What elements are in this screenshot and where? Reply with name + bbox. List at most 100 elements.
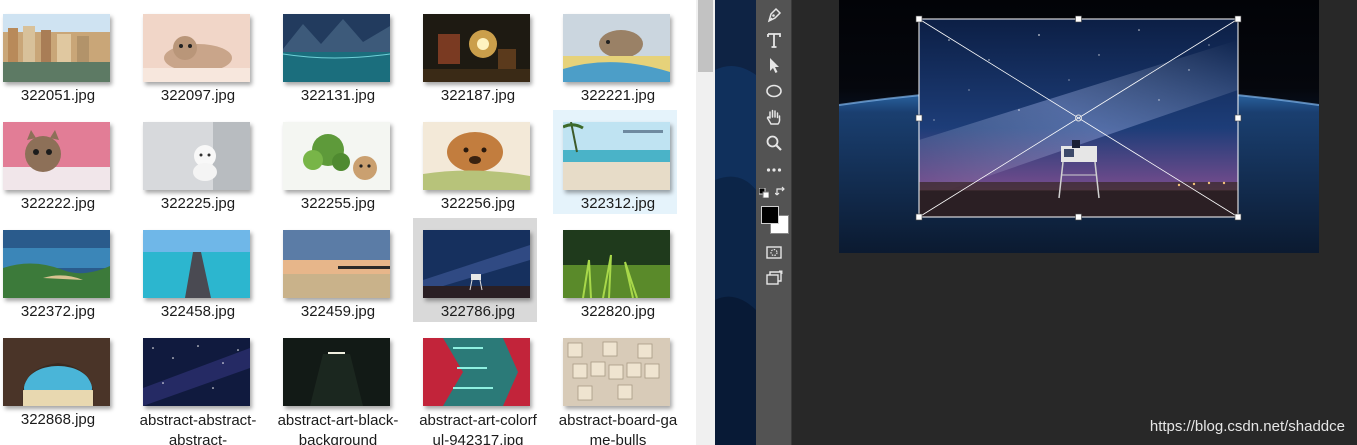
file-name-label: 322868.jpg bbox=[20, 411, 96, 428]
file-name-label: 322222.jpg bbox=[20, 195, 96, 212]
thumbnail-image bbox=[423, 338, 530, 406]
file-thumbnail[interactable]: abstract-board-game-bulls bbox=[559, 334, 684, 445]
file-name-label: 322459.jpg bbox=[300, 303, 376, 320]
thumbnail-image bbox=[143, 338, 250, 406]
thumbnail-image bbox=[283, 14, 390, 82]
file-name-label: 322187.jpg bbox=[440, 87, 516, 104]
file-thumbnail[interactable]: 322051.jpg bbox=[0, 10, 124, 114]
quick-mask-button[interactable] bbox=[760, 240, 788, 264]
thumbnail-preview bbox=[423, 14, 530, 82]
thumbnail-image bbox=[563, 122, 670, 190]
scrollbar-thumb[interactable] bbox=[698, 0, 713, 72]
thumbnail-preview bbox=[563, 14, 670, 82]
file-thumbnail[interactable]: 322312.jpg bbox=[553, 110, 677, 214]
file-thumbnail[interactable]: 322820.jpg bbox=[560, 226, 684, 330]
thumbnail-preview bbox=[563, 338, 670, 406]
thumbnail-preview bbox=[283, 230, 390, 298]
zoom-tool-icon bbox=[766, 135, 782, 151]
thumbnail-image bbox=[423, 122, 530, 190]
file-thumbnail[interactable]: 322372.jpg bbox=[0, 226, 124, 330]
thumbnail-image bbox=[563, 338, 670, 406]
file-name-label: 322312.jpg bbox=[580, 195, 656, 212]
thumbnail-preview bbox=[283, 14, 390, 82]
screen-mode-button[interactable] bbox=[760, 266, 788, 290]
thumbnail-image bbox=[3, 14, 110, 82]
file-name-label: 322372.jpg bbox=[20, 303, 96, 320]
type-tool-button[interactable] bbox=[760, 28, 788, 52]
file-thumbnail[interactable]: 322097.jpg bbox=[140, 10, 264, 114]
file-thumbnail[interactable]: abstract-art-colorful-942317.jpg bbox=[419, 334, 544, 445]
file-name-label: abstract-board-game-bulls bbox=[558, 412, 678, 445]
file-browser-scrollbar[interactable] bbox=[696, 0, 715, 445]
thumbnail-image bbox=[3, 122, 110, 190]
file-name-label: abstract-art-colorful-942317.jpg bbox=[419, 412, 537, 445]
file-name-label: 322221.jpg bbox=[580, 87, 656, 104]
tools-panel bbox=[756, 0, 792, 445]
hand-tool-button[interactable] bbox=[760, 105, 788, 129]
more-tools-button[interactable] bbox=[760, 158, 788, 182]
file-thumbnail[interactable]: 322221.jpg bbox=[560, 10, 684, 114]
swap-colors-icon[interactable] bbox=[775, 186, 787, 198]
file-thumbnail[interactable]: abstract-abstract-abstract- bbox=[140, 334, 264, 445]
quick-mask-icon bbox=[766, 246, 782, 259]
file-thumbnail[interactable]: 322458.jpg bbox=[140, 226, 264, 330]
thumbnail-preview bbox=[423, 122, 530, 190]
path-selection-tool-button[interactable] bbox=[760, 53, 788, 77]
previous-row-labels bbox=[0, 0, 700, 6]
pen-tool-button[interactable] bbox=[760, 3, 788, 27]
file-thumbnail[interactable]: 322459.jpg bbox=[280, 226, 404, 330]
ellipse-tool-button[interactable] bbox=[760, 79, 788, 103]
foreground-color-swatch[interactable] bbox=[761, 206, 779, 224]
thumbnail-image bbox=[3, 230, 110, 298]
file-browser: 322051.jpg 322097.jpg 322131.jpg 322187.… bbox=[0, 0, 715, 445]
hand-tool-icon bbox=[766, 109, 781, 125]
path-selection-tool-icon bbox=[770, 58, 779, 73]
file-name-label: 322255.jpg bbox=[300, 195, 376, 212]
canvas-image bbox=[839, 0, 1319, 253]
file-thumbnail[interactable]: 322256.jpg bbox=[420, 118, 544, 222]
thumbnail-image bbox=[283, 230, 390, 298]
zoom-tool-button[interactable] bbox=[760, 131, 788, 155]
pen-tool-icon bbox=[767, 7, 782, 23]
thumbnail-preview bbox=[143, 230, 250, 298]
thumbnail-image bbox=[423, 14, 530, 82]
thumbnail-preview bbox=[563, 122, 670, 190]
more-tools-icon bbox=[766, 168, 782, 172]
thumbnail-image bbox=[563, 230, 670, 298]
thumbnail-image bbox=[143, 122, 250, 190]
file-name-label: abstract-abstract-abstract- bbox=[139, 412, 257, 445]
thumbnail-image bbox=[423, 230, 530, 298]
file-thumbnail[interactable]: 322786.jpg bbox=[413, 218, 537, 322]
file-thumbnail[interactable]: 322187.jpg bbox=[420, 10, 544, 114]
thumbnail-preview bbox=[3, 230, 110, 298]
earth-glow-image bbox=[715, 0, 756, 445]
document-canvas[interactable] bbox=[839, 0, 1319, 253]
thumbnail-preview bbox=[283, 338, 390, 406]
thumbnail-preview bbox=[563, 230, 670, 298]
file-thumbnail[interactable]: 322868.jpg bbox=[0, 334, 124, 438]
file-thumbnail[interactable]: 322222.jpg bbox=[0, 118, 124, 222]
document-workspace: https://blog.csdn.net/shaddce bbox=[796, 0, 1357, 445]
file-thumbnail[interactable]: 322255.jpg bbox=[280, 118, 404, 222]
thumbnail-preview bbox=[3, 338, 110, 406]
file-name-label: 322458.jpg bbox=[160, 303, 236, 320]
file-name-label: 322051.jpg bbox=[20, 87, 96, 104]
thumbnail-preview bbox=[283, 122, 390, 190]
type-tool-icon bbox=[767, 33, 781, 48]
file-name-label: 322786.jpg bbox=[440, 303, 516, 320]
file-thumbnail[interactable]: 322225.jpg bbox=[140, 118, 264, 222]
file-name-label: 322820.jpg bbox=[580, 303, 656, 320]
file-name-label: abstract-art-black-background bbox=[277, 412, 399, 445]
file-name-label: 322131.jpg bbox=[300, 87, 376, 104]
thumbnail-image bbox=[3, 338, 110, 406]
file-thumbnail[interactable]: abstract-art-black-background bbox=[278, 334, 404, 445]
screen-mode-icon bbox=[766, 270, 783, 285]
file-thumbnail[interactable]: 322131.jpg bbox=[280, 10, 404, 114]
thumbnail-image bbox=[283, 338, 390, 406]
ellipse-tool-icon bbox=[766, 84, 782, 98]
thumbnail-image bbox=[283, 122, 390, 190]
thumbnail-preview bbox=[143, 122, 250, 190]
thumbnail-preview bbox=[423, 230, 530, 298]
default-colors-icon[interactable] bbox=[759, 188, 769, 198]
thumbnail-preview bbox=[423, 338, 530, 406]
